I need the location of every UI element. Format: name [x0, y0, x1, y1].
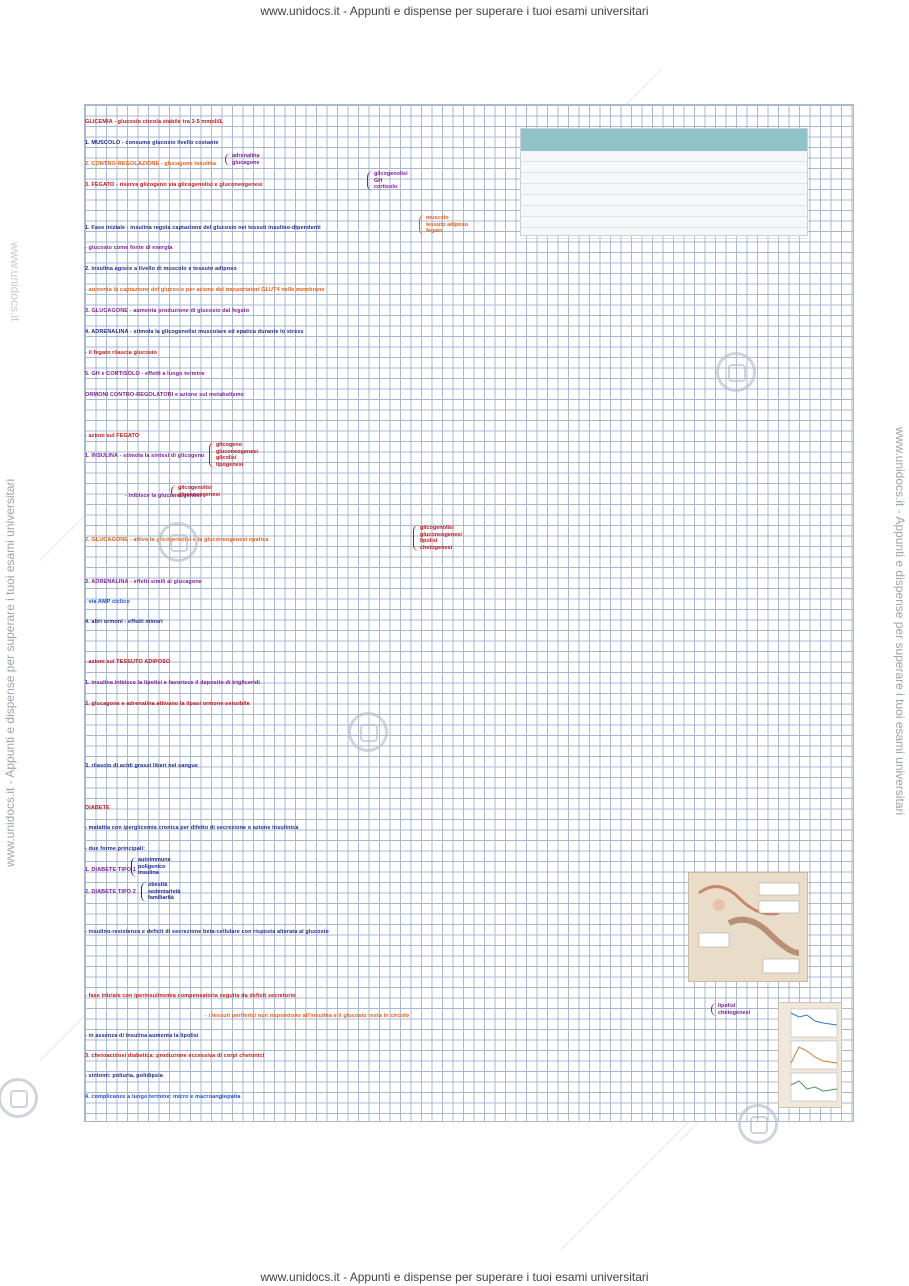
brace-list: lipolisi chetogenesi [711, 1003, 750, 1016]
watermark-logo-icon [716, 352, 756, 392]
brace-item: fegato [426, 228, 443, 234]
embedded-chart-figure [778, 1002, 842, 1108]
note-line: 3. chetoacidosi diabetica: produzione ec… [85, 1053, 265, 1059]
side-watermark-right: www.unidocs.it - Appunti e dispense per … [893, 427, 907, 816]
brace-item: gluconeogenesi [178, 491, 220, 498]
watermark-logo-icon [738, 1104, 778, 1144]
brace-list: obesità sedentarietà familiarità [141, 882, 180, 902]
brace-list: autoimmune poligenico insulina [131, 857, 171, 877]
note-line: DIABETE [85, 805, 110, 811]
note-line: - in assenza di insulina aumenta la lipo… [85, 1033, 199, 1039]
note-line: 4. ADRENALINA - stimola la glicogenolisi… [85, 329, 304, 335]
table-row [521, 206, 807, 217]
note-line: - azioni sul TESSUTO ADIPOSO [85, 659, 171, 665]
brace-item: lipogenesi [216, 461, 244, 468]
table-row [521, 162, 807, 173]
note-line: - il fegato rilascia glucosio [85, 350, 157, 356]
note-line: - malattia con iperglicemia cronica per … [85, 825, 299, 831]
brace-item: cortisolo [374, 184, 398, 190]
brace-list: glicogeno gluconeogenesi glicolisi lipog… [209, 442, 258, 468]
chart-drawing [790, 1008, 838, 1102]
note-line: - via AMP ciclico [85, 599, 130, 605]
watermark-logo-icon [158, 522, 198, 562]
brace-item: chetogenesi [718, 1009, 751, 1016]
table-row [521, 151, 807, 162]
note-line: 3. ADRENALINA - effetti simili al glucag… [85, 579, 202, 585]
note-line: - aumenta la captazione del glucosio per… [85, 287, 325, 293]
watermark-logo-icon [348, 712, 388, 752]
note-line: - fase iniziale con iperinsulinemia comp… [85, 993, 296, 999]
note-line: 4. altri ormoni - effetti minori [85, 619, 163, 625]
brace-list: glicogenolisi gluconeogenesi [171, 485, 220, 498]
side-watermark-left-small: www.unidocs.it [8, 242, 22, 322]
note-line: 1. MUSCOLO - consumo glucosio livello co… [85, 140, 219, 146]
note-line: - sintomi: poliuria, polidipsia [85, 1073, 163, 1079]
note-line: - glucosio come fonte di energia [85, 245, 173, 251]
embedded-illustration-figure [688, 872, 808, 982]
brace-item: glicogenolisi [374, 171, 408, 177]
watermark-logo-icon [0, 1078, 38, 1118]
side-watermark-left: www.unidocs.it - Appunti e dispense per … [3, 478, 17, 867]
note-line: 1. INSULINA - stimola la sintesi di glic… [85, 453, 205, 459]
table-row [521, 184, 807, 195]
site-banner-top: www.unidocs.it - Appunti e dispense per … [260, 4, 649, 18]
note-line: 2. CONTRO-REGOLAZIONE - glucagone insuli… [85, 161, 217, 167]
brace-list: muscolo tessuto adiposo fegato [419, 215, 468, 235]
brace-list: adrenalina glucagone [225, 153, 260, 166]
brace-item: adrenalina [232, 153, 260, 159]
note-line: 5. GH e CORTISOLO - effetti a lungo term… [85, 371, 205, 377]
note-line: 1. Fase iniziale - insulina regola capta… [85, 225, 321, 231]
note-line: 2. insulina agisce a livello di muscolo … [85, 266, 237, 272]
note-line: 1. DIABETE TIPO 1 [85, 867, 136, 873]
note-line: 3. FEGATO - riserva glicogeno via glicog… [85, 182, 263, 188]
note-line: 4. complicanze a lungo termine: micro e … [85, 1094, 241, 1100]
note-line: - insulino-resistenza e deficit di secre… [85, 929, 329, 935]
note-line: 2. glucagone e adrenalina attivano la li… [85, 701, 250, 707]
note-line: GLICEMIA - glucosio circola stabile tra … [85, 119, 224, 125]
note-line: - i tessuti periferici non rispondono al… [205, 1013, 410, 1019]
embedded-table-figure [520, 128, 808, 239]
table-row [521, 217, 807, 228]
note-line: - azioni sul FEGATO [85, 433, 140, 439]
note-line: 1. insulina inibisce la lipolisi e favor… [85, 680, 260, 686]
brace-list: glicogenolisi GH cortisolo [367, 171, 408, 191]
table-row [521, 195, 807, 206]
brace-item: familiarità [148, 895, 174, 901]
note-line: 2. DIABETE TIPO 2 [85, 889, 136, 895]
brace-item: glucagone [232, 159, 260, 166]
note-line: 3. rilascio di acidi grassi liberi nel s… [85, 763, 199, 769]
brace-item: autoimmune [138, 857, 171, 863]
table-header-band [521, 129, 807, 151]
brace-item: chetogenesi [420, 544, 453, 551]
table-row [521, 173, 807, 184]
brace-list: glicogenolisi gluconeogenesi lipolisi ch… [413, 525, 462, 551]
site-banner-bottom: www.unidocs.it - Appunti e dispense per … [260, 1270, 649, 1284]
note-line: 3. GLUCAGONE - aumenta produzione di glu… [85, 308, 250, 314]
table-row [521, 228, 807, 239]
brace-item: insulina [138, 870, 159, 876]
note-line: - due forme principali: [85, 846, 146, 852]
note-line: ORMONI CONTRO-REGOLATORI e azione sul me… [85, 392, 245, 398]
watermark-line [559, 1108, 702, 1251]
illustration-drawing [698, 882, 800, 974]
